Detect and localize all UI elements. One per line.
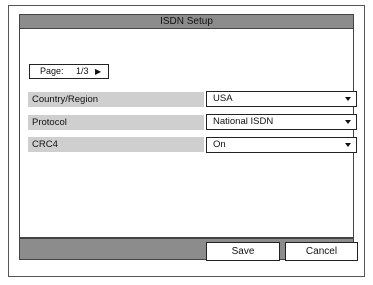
save-button[interactable]: Save [206, 242, 280, 261]
protocol-select[interactable]: National ISDN [206, 114, 357, 130]
protocol-label: Protocol [28, 115, 204, 130]
page-label: Page: [40, 66, 64, 76]
right-arrow-icon: ▶ [95, 67, 102, 76]
window-title: ISDN Setup [19, 14, 354, 29]
country-region-value: USA [213, 93, 233, 104]
crc4-label: CRC4 [28, 137, 204, 152]
crc4-value: On [213, 139, 226, 150]
country-region-label: Country/Region [28, 92, 204, 107]
protocol-value: National ISDN [213, 116, 274, 127]
crc4-select[interactable]: On [206, 137, 357, 153]
cancel-button[interactable]: Cancel [285, 242, 358, 261]
dropdown-arrow-icon [345, 143, 351, 147]
dropdown-arrow-icon [345, 97, 351, 101]
country-region-select[interactable]: USA [206, 91, 357, 107]
settings-panel [19, 28, 354, 238]
page-navigation-button[interactable]: Page: 1/3 ▶ [29, 64, 109, 79]
dropdown-arrow-icon [345, 120, 351, 124]
page-number: 1/3 [76, 66, 89, 76]
